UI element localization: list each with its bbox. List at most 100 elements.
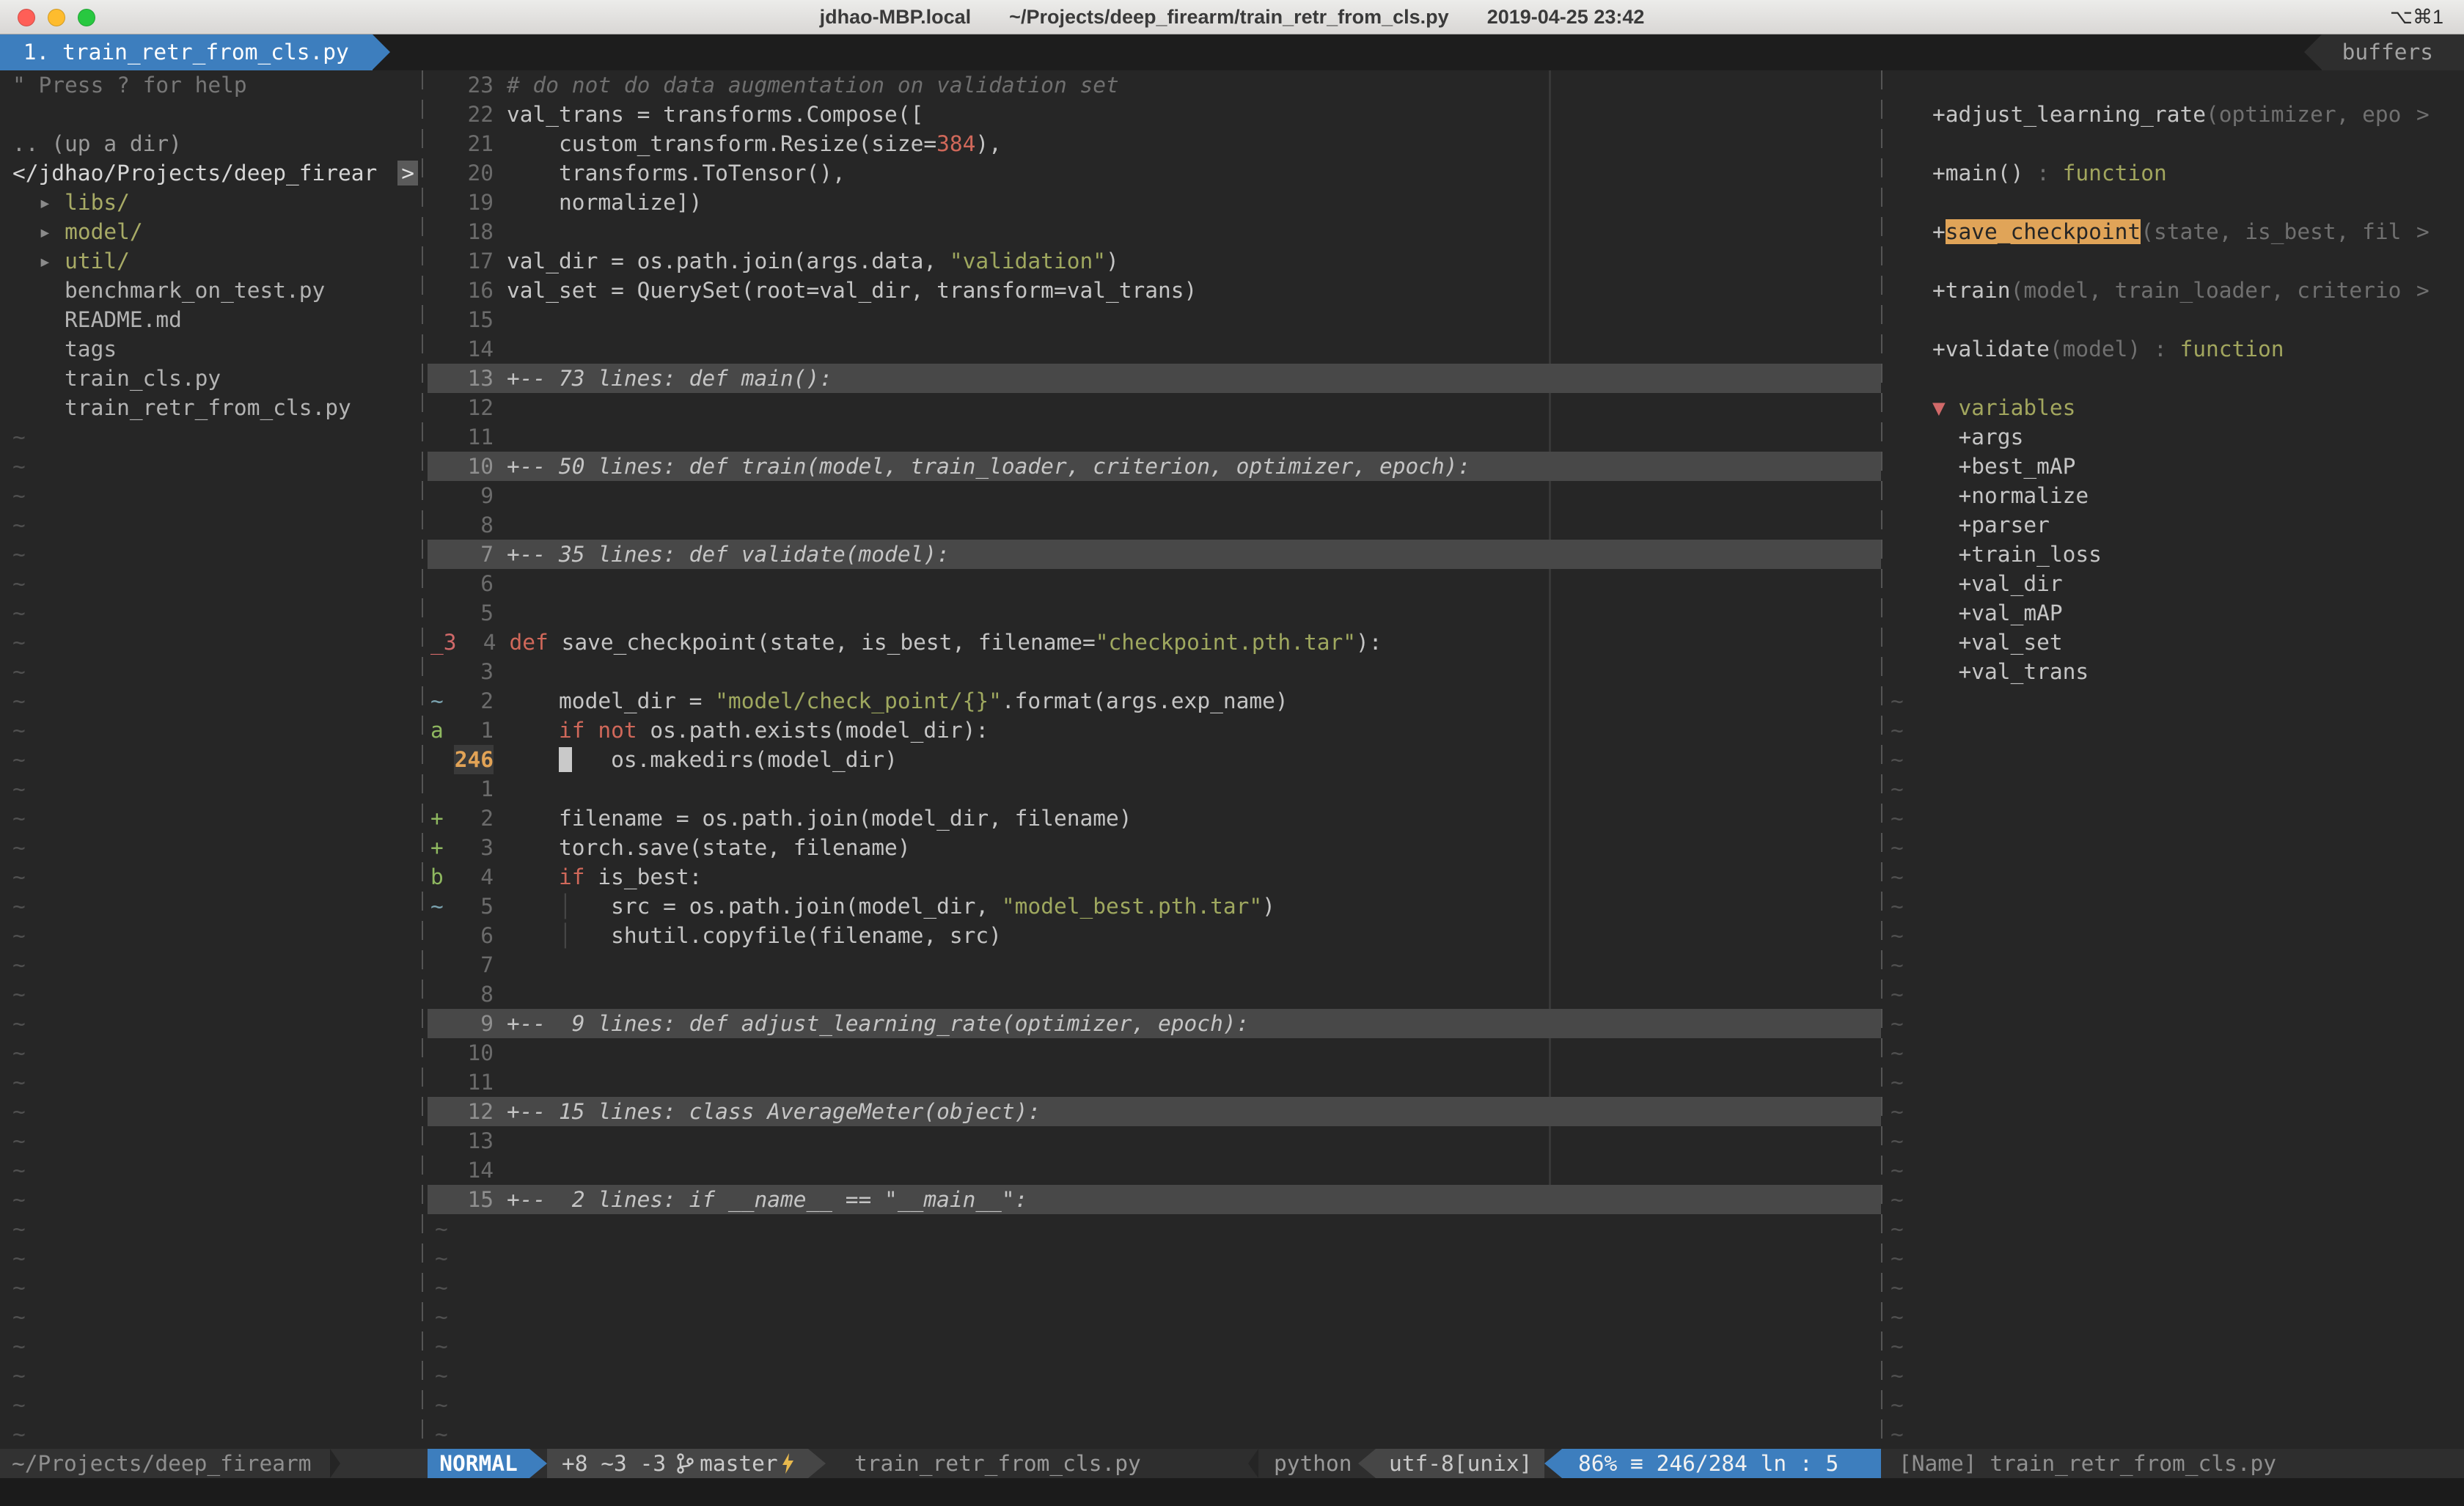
- tag-entry[interactable]: +best_mAP: [1932, 452, 2464, 481]
- gutter-sign: [428, 950, 454, 980]
- tag-entry[interactable]: +val_set: [1932, 628, 2464, 657]
- code-line[interactable]: 5: [428, 598, 1881, 628]
- nerdtree-dir-item[interactable]: ▸ libs/: [0, 188, 421, 217]
- code-line[interactable]: 11: [428, 1068, 1881, 1097]
- file-path: ~/Projects/deep_firearm/train_retr_from_…: [1009, 6, 1449, 29]
- tag-entry[interactable]: +parser: [1932, 510, 2464, 540]
- code-line[interactable]: 9: [428, 481, 1881, 510]
- minimize-window-button[interactable]: [48, 9, 65, 26]
- window-separator[interactable]: [422, 70, 423, 1449]
- code-text: │ src = os.path.join(model_dir, "model_b…: [507, 892, 1881, 921]
- tag-entry[interactable]: +train_loss: [1932, 540, 2464, 569]
- gutter-sign: [428, 1097, 454, 1126]
- code-line[interactable]: 6: [428, 569, 1881, 598]
- line-number: 15: [454, 305, 494, 334]
- tag-entry[interactable]: +adjust_learning_rate(optimizer, epo>: [1932, 100, 2464, 129]
- tag-entry[interactable]: +val_dir: [1932, 569, 2464, 598]
- fold-line[interactable]: 12+-- 15 lines: class AverageMeter(objec…: [428, 1097, 1881, 1126]
- gutter-sign: a: [428, 716, 454, 745]
- code-line[interactable]: b4 if is_best:: [428, 862, 1881, 892]
- code-line[interactable]: 1: [428, 774, 1881, 804]
- empty-line-tilde: ~: [0, 1038, 421, 1068]
- vim-command-line[interactable]: [0, 1478, 2464, 1506]
- code-line[interactable]: 12: [428, 393, 1881, 422]
- fold-line[interactable]: 15+-- 2 lines: if __name__ == "__main__"…: [428, 1185, 1881, 1214]
- fold-line[interactable]: 13+-- 73 lines: def main():: [428, 364, 1881, 393]
- code-line[interactable]: 13: [428, 1126, 1881, 1156]
- nerdtree-dir-item[interactable]: ▸ model/: [0, 217, 421, 246]
- code-line[interactable]: 17val_dir = os.path.join(args.data, "val…: [428, 246, 1881, 276]
- line-number: 7: [454, 950, 494, 980]
- code-line[interactable]: 7: [428, 950, 1881, 980]
- zoom-window-button[interactable]: [78, 9, 95, 26]
- code-line[interactable]: 22val_trans = transforms.Compose([: [428, 100, 1881, 129]
- code-line[interactable]: 8: [428, 510, 1881, 540]
- token: +-- 9 lines: def adjust_learning_rate(op…: [507, 1011, 1249, 1036]
- code-line[interactable]: ~2 model_dir = "model/check_point/{}".fo…: [428, 686, 1881, 716]
- code-line[interactable]: _34def save_checkpoint(state, is_best, f…: [428, 628, 1881, 657]
- tag-entry[interactable]: +train(model, train_loader, criterio>: [1932, 276, 2464, 305]
- tagbar-empty-row: [1932, 1273, 2464, 1302]
- empty-line-tilde: ~: [0, 422, 421, 452]
- code-text: [507, 774, 1881, 804]
- gutter-sign: [428, 246, 454, 276]
- tag-entry[interactable]: +save_checkpoint(state, is_best, fil>: [1932, 217, 2464, 246]
- code-line[interactable]: 14: [428, 1156, 1881, 1185]
- code-line[interactable]: a1 if not os.path.exists(model_dir):: [428, 716, 1881, 745]
- code-line[interactable]: 21 custom_transform.Resize(size=384),: [428, 129, 1881, 158]
- code-text: [507, 481, 1881, 510]
- empty-line-tilde: ~: [0, 1419, 421, 1449]
- tag-entry[interactable]: ▼ variables: [1932, 393, 2464, 422]
- window-separator[interactable]: [1881, 70, 1882, 1449]
- nerdtree-file-item[interactable]: tags: [0, 334, 421, 364]
- text-span: [494, 1038, 507, 1068]
- line-number: 13: [454, 1126, 494, 1156]
- code-line[interactable]: 10: [428, 1038, 1881, 1068]
- code-line[interactable]: ~5 │ src = os.path.join(model_dir, "mode…: [428, 892, 1881, 921]
- tag-entry[interactable]: +val_mAP: [1932, 598, 2464, 628]
- tag-entry[interactable]: +args: [1932, 422, 2464, 452]
- tag-entry[interactable]: +main() : function: [1932, 158, 2464, 188]
- nerdtree-root[interactable]: </jdhao/Projects/deep_firear>: [0, 158, 421, 188]
- line-number: 5: [454, 598, 494, 628]
- code-line[interactable]: +3 torch.save(state, filename): [428, 833, 1881, 862]
- empty-line-tilde: ~: [0, 1009, 421, 1038]
- powerline-arrow-icon: [2304, 34, 2322, 70]
- tag-text: (state, is_best, fil: [2141, 219, 2401, 244]
- tag-entry[interactable]: +validate(model) : function: [1932, 334, 2464, 364]
- code-line[interactable]: 19 normalize]): [428, 188, 1881, 217]
- nerdtree-up[interactable]: .. (up a dir): [0, 129, 421, 158]
- code-line[interactable]: 11: [428, 422, 1881, 452]
- fold-line[interactable]: 7+-- 35 lines: def validate(model):: [428, 540, 1881, 569]
- code-line[interactable]: 3: [428, 657, 1881, 686]
- code-line[interactable]: 15: [428, 305, 1881, 334]
- tagbar-empty-row: [1932, 892, 2464, 921]
- close-window-button[interactable]: [18, 9, 35, 26]
- nerdtree-dir-item[interactable]: ▸ util/: [0, 246, 421, 276]
- tag-text: +adjust_learning_rate: [1932, 102, 2206, 127]
- text-span: [494, 833, 507, 862]
- code-line[interactable]: 20 transforms.ToTensor(),: [428, 158, 1881, 188]
- code-line[interactable]: 6 │ shutil.copyfile(filename, src): [428, 921, 1881, 950]
- nerdtree-file-item[interactable]: README.md: [0, 305, 421, 334]
- code-line[interactable]: 8: [428, 980, 1881, 1009]
- code-line[interactable]: +2 filename = os.path.join(model_dir, fi…: [428, 804, 1881, 833]
- tag-entry[interactable]: +normalize: [1932, 481, 2464, 510]
- empty-line-tilde: ~: [0, 745, 421, 774]
- code-line[interactable]: 16val_set = QuerySet(root=val_dir, trans…: [428, 276, 1881, 305]
- code-line[interactable]: 23# do not do data augmentation on valid…: [428, 70, 1881, 100]
- nerdtree-file-item[interactable]: benchmark_on_test.py: [0, 276, 421, 305]
- code-line[interactable]: 14: [428, 334, 1881, 364]
- dir-name: libs/: [65, 190, 130, 215]
- fold-line[interactable]: 9+-- 9 lines: def adjust_learning_rate(o…: [428, 1009, 1881, 1038]
- fold-line[interactable]: 10+-- 50 lines: def train(model, train_l…: [428, 452, 1881, 481]
- tag-text: save_checkpoint: [1946, 219, 2141, 244]
- nerdtree-file-item[interactable]: train_cls.py: [0, 364, 421, 393]
- code-line[interactable]: 246 os.makedirs(model_dir): [428, 745, 1881, 774]
- line-number: 6: [454, 569, 494, 598]
- tag-entry[interactable]: +val_trans: [1932, 657, 2464, 686]
- code-line[interactable]: 18: [428, 217, 1881, 246]
- nerdtree-file-item[interactable]: train_retr_from_cls.py: [0, 393, 421, 422]
- empty-line-tilde: ~: [0, 540, 421, 569]
- buffer-tab[interactable]: 1. train_retr_from_cls.py: [0, 34, 373, 70]
